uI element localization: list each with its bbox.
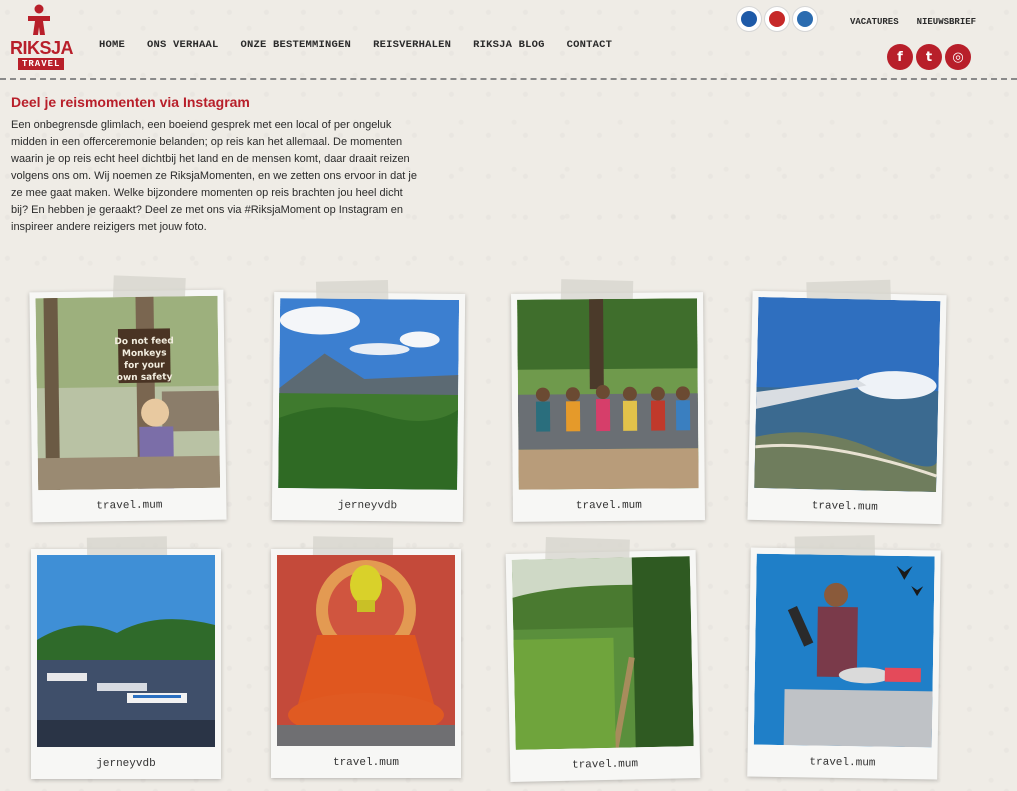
instagram-icon[interactable]: ◎ — [945, 44, 971, 70]
nav-contact[interactable]: CONTACT — [567, 39, 613, 51]
photo-caption: jerneyvdb — [337, 499, 398, 513]
svg-text:own safety: own safety — [117, 372, 173, 383]
svg-text:Do not feed: Do not feed — [114, 336, 174, 347]
nav-riksja-blog[interactable]: RIKSJA BLOG — [473, 39, 545, 51]
nav-home[interactable]: HOME — [99, 39, 125, 51]
sgr-badge[interactable] — [764, 6, 790, 32]
riksja-logo[interactable]: RIKSJA TRAVEL — [8, 4, 74, 72]
nav-ons-verhaal[interactable]: ONS VERHAAL — [147, 39, 219, 51]
page-title: Deel je reismomenten via Instagram — [11, 94, 250, 110]
instagram-photo — [37, 555, 215, 747]
instagram-photo-card[interactable]: travel.mum — [271, 536, 461, 778]
certification-badges — [736, 6, 818, 32]
instagram-photo — [754, 296, 941, 493]
instagram-photo — [753, 553, 935, 748]
instagram-photo — [278, 298, 460, 490]
anvr-badge[interactable] — [736, 6, 762, 32]
instagram-photo — [277, 555, 455, 746]
photo-caption: travel.mum — [811, 500, 878, 514]
instagram-photo-card[interactable]: jerneyvdb — [271, 279, 466, 522]
brand-name: RIKSJA — [10, 38, 74, 58]
nav-onze-bestemmingen[interactable]: ONZE BESTEMMINGEN — [241, 39, 352, 51]
facebook-icon[interactable]: f — [887, 44, 913, 70]
instagram-photo-card[interactable]: travel.mum — [505, 536, 701, 782]
instagram-photo: Do not feed Monkeys for your own safety — [35, 295, 221, 491]
photo-caption: travel.mum — [809, 756, 876, 770]
photo-caption: jerneyvdb — [96, 758, 156, 770]
photo-caption: travel.mum — [96, 499, 163, 513]
instagram-photo — [517, 298, 699, 490]
photo-caption: travel.mum — [332, 757, 399, 769]
instagram-photo-card[interactable]: travel.mum — [747, 535, 941, 780]
photo-caption: travel.mum — [575, 499, 642, 513]
instagram-photo — [511, 556, 694, 750]
instagram-photo-card[interactable]: travel.mum — [747, 279, 947, 525]
svg-text:Monkeys: Monkeys — [122, 348, 167, 359]
main-nav: HOME ONS VERHAAL ONZE BESTEMMINGEN REISV… — [99, 39, 634, 51]
calamiteitenfonds-badge[interactable] — [792, 6, 818, 32]
riksja-figure-icon — [28, 4, 50, 35]
intro-text: Een onbegrensde glimlach, een boeiend ge… — [11, 119, 417, 233]
nieuwsbrief-link[interactable]: NIEUWSBRIEF — [917, 17, 976, 27]
brand-tag: TRAVEL — [18, 58, 65, 70]
nav-reisverhalen[interactable]: REISVERHALEN — [373, 39, 451, 51]
twitter-icon[interactable]: t — [916, 44, 942, 70]
social-links: f t ◎ — [887, 44, 971, 70]
photo-caption: travel.mum — [571, 758, 639, 772]
instagram-photo-card[interactable]: jerneyvdb — [31, 536, 221, 779]
instagram-photo-card[interactable]: travel.mum — [511, 279, 705, 522]
svg-text:for your: for your — [124, 360, 165, 371]
header-divider — [0, 78, 1017, 80]
top-links: VACATURES NIEUWSBRIEF — [850, 17, 976, 27]
instagram-photo-card[interactable]: Do not feed Monkeys for your own safety … — [29, 275, 227, 523]
vacatures-link[interactable]: VACATURES — [850, 17, 899, 27]
